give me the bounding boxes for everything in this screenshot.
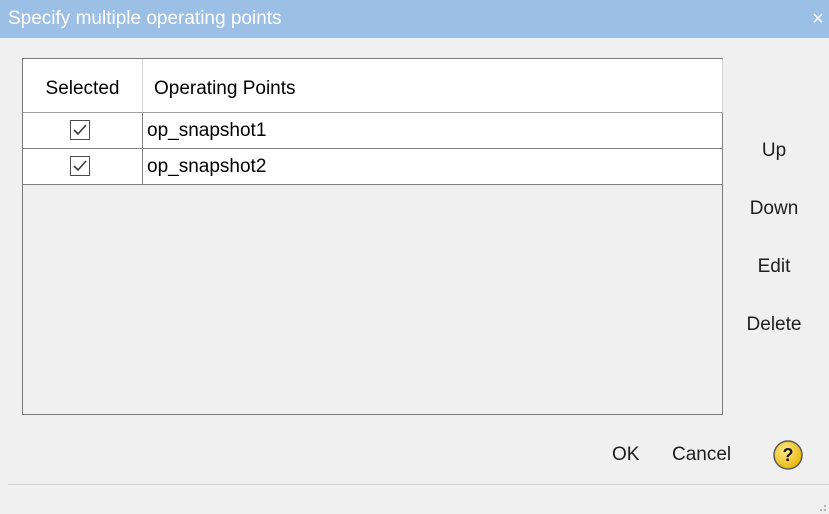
row-border [722, 149, 723, 184]
status-bar [8, 485, 829, 514]
selected-cell [23, 149, 143, 184]
up-button[interactable]: Up [734, 136, 814, 166]
operating-point-name[interactable]: op_snapshot2 [147, 149, 266, 184]
column-header-operating-points[interactable]: Operating Points [143, 59, 723, 112]
selected-cell [23, 113, 143, 148]
column-divider [722, 59, 723, 112]
table-row[interactable]: op_snapshot1 [23, 113, 723, 149]
row-checkbox[interactable] [70, 156, 90, 176]
column-header-selected[interactable]: Selected [23, 59, 143, 112]
operating-point-name[interactable]: op_snapshot1 [147, 113, 266, 148]
operating-points-table: Selected Operating Points op_snapshot1 o… [22, 58, 723, 415]
checkmark-icon [73, 160, 87, 172]
row-checkbox[interactable] [70, 120, 90, 140]
title-bar: Specify multiple operating points × [0, 0, 829, 38]
cancel-button[interactable]: Cancel [672, 440, 731, 470]
ok-button[interactable]: OK [612, 440, 639, 470]
down-button[interactable]: Down [734, 194, 814, 224]
resize-grip-icon[interactable] [815, 500, 827, 512]
row-border [722, 113, 723, 148]
question-circle-icon[interactable]: ? [772, 439, 804, 471]
edit-button[interactable]: Edit [734, 252, 814, 282]
table-header: Selected Operating Points [23, 59, 723, 113]
table-row[interactable]: op_snapshot2 [23, 149, 723, 185]
svg-text:?: ? [783, 445, 794, 465]
dialog-window: Specify multiple operating points × Sele… [0, 0, 829, 514]
checkmark-icon [73, 124, 87, 136]
close-icon[interactable]: × [807, 0, 829, 38]
window-title: Specify multiple operating points [8, 8, 282, 29]
delete-button[interactable]: Delete [734, 310, 814, 340]
